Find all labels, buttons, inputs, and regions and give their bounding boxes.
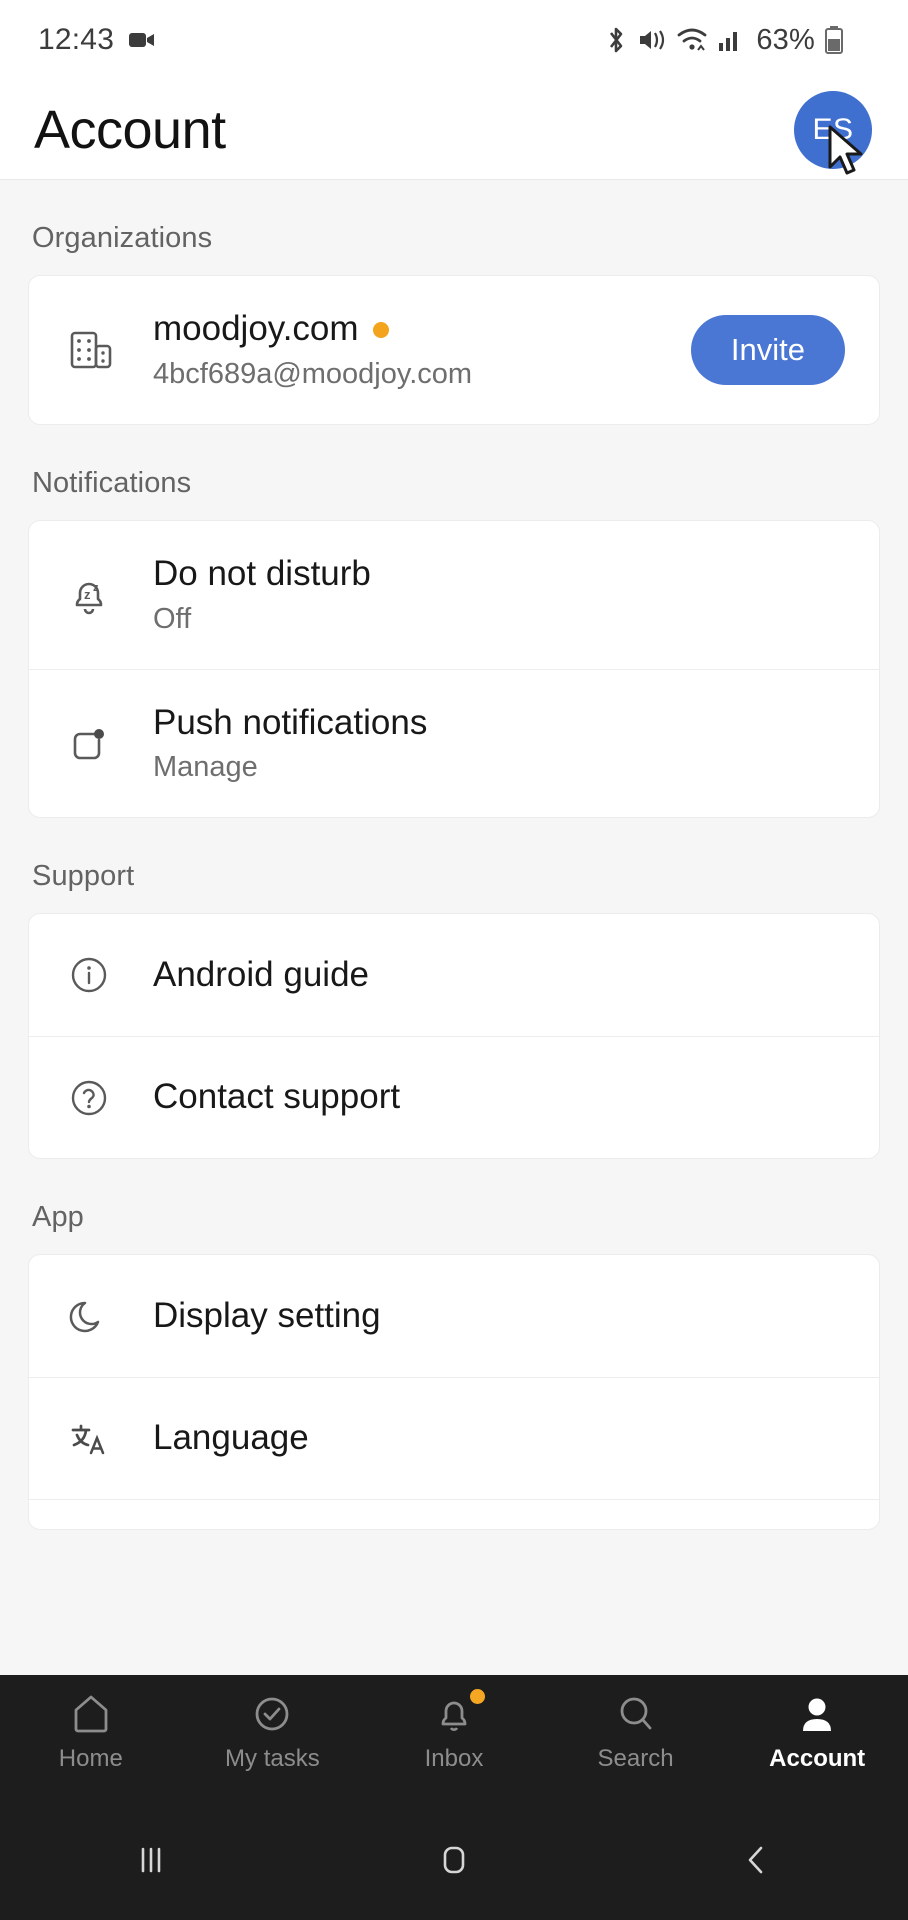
recents-icon[interactable]: [96, 1837, 206, 1883]
section-label-app: App: [32, 1201, 84, 1233]
search-icon: [620, 1697, 651, 1730]
nav-label-my-tasks: My tasks: [225, 1745, 320, 1772]
contact-support-title: Contact support: [153, 1077, 401, 1117]
row-android-guide[interactable]: Android guide: [29, 914, 879, 1036]
office-building-icon: [63, 324, 129, 376]
organization-name-line: moodjoy.com: [153, 309, 691, 349]
row-contact-support[interactable]: Contact support: [29, 1036, 879, 1158]
mute-vibrate-icon: [637, 26, 667, 54]
translate-icon: [63, 1413, 129, 1465]
check-circle-icon: [255, 1697, 289, 1731]
push-notifications-title: Push notifications: [153, 702, 428, 742]
page-header: Account ES: [0, 80, 908, 180]
push-badge-icon: [63, 718, 129, 770]
invite-button[interactable]: Invite: [690, 315, 845, 385]
video-record-icon: [128, 29, 156, 51]
language-info: Language: [129, 1418, 845, 1458]
settings-content[interactable]: Organizations moodjoy.com 4bcf689a@moodj…: [0, 180, 908, 1675]
status-bar-right: 63%: [604, 24, 844, 57]
nav-item-account[interactable]: Account: [742, 1691, 892, 1773]
do-not-disturb-status: Off: [153, 602, 192, 635]
phone-screen: 12:43 63% Account ES Organizations moodj…: [0, 0, 908, 1920]
cellular-signal-icon: [717, 27, 743, 53]
section-label-organizations: Organizations: [32, 222, 213, 254]
home-square-icon[interactable]: [399, 1837, 509, 1883]
nav-label-home: Home: [58, 1745, 123, 1772]
avatar[interactable]: ES: [794, 90, 872, 169]
row-language[interactable]: Language: [29, 1377, 879, 1499]
push-notifications-status: Manage: [153, 751, 258, 784]
section-label-support: Support: [32, 860, 135, 892]
nav-label-inbox: Inbox: [424, 1745, 484, 1772]
app-card: Display setting Language: [28, 1254, 880, 1530]
do-not-disturb-info: Do not disturb Off: [129, 554, 845, 635]
bluetooth-icon: [604, 25, 628, 55]
home-icon: [74, 1695, 108, 1733]
status-bar-left: 12:43: [38, 23, 156, 57]
battery-percent-label: 63%: [756, 23, 815, 56]
android-guide-title: Android guide: [153, 954, 369, 994]
android-guide-info: Android guide: [129, 955, 845, 995]
status-bar: 12:43 63%: [0, 0, 908, 80]
system-navigation-bar: [0, 1800, 908, 1920]
section-label-notifications: Notifications: [32, 467, 192, 499]
row-display-setting[interactable]: Display setting: [29, 1255, 879, 1377]
do-not-disturb-title: Do not disturb: [153, 554, 371, 594]
organization-name: moodjoy.com: [153, 309, 359, 349]
organization-email: 4bcf689a@moodjoy.com: [153, 357, 473, 390]
back-chevron-icon[interactable]: [702, 1837, 812, 1883]
status-time: 12:43: [38, 23, 115, 56]
nav-item-search[interactable]: Search: [561, 1691, 711, 1773]
svg-text:z: z: [84, 587, 91, 602]
bell-sleep-icon: z z: [63, 569, 129, 621]
inbox-badge: [469, 1689, 485, 1704]
page-title: Account: [34, 99, 226, 160]
language-title: Language: [153, 1418, 309, 1458]
nav-label-search: Search: [597, 1745, 674, 1772]
organization-info: moodjoy.com 4bcf689a@moodjoy.com: [129, 309, 691, 390]
row-push-notifications[interactable]: Push notifications Manage: [29, 669, 879, 817]
support-card: Android guide Contact support: [28, 913, 880, 1159]
bottom-navigation: Home My tasks Inbox Search Account: [0, 1675, 908, 1800]
row-do-not-disturb[interactable]: z z Do not disturb Off: [29, 521, 879, 669]
avatar-container[interactable]: ES: [794, 90, 872, 174]
person-icon: [803, 1698, 832, 1731]
notifications-card: z z Do not disturb Off Push notification…: [28, 520, 880, 818]
battery-icon: [824, 25, 844, 55]
organizations-card: moodjoy.com 4bcf689a@moodjoy.com Invite: [28, 275, 880, 425]
nav-label-account: Account: [769, 1745, 866, 1772]
info-circle-icon: [63, 949, 129, 1001]
moon-icon: [63, 1290, 129, 1342]
svg-text:z: z: [93, 582, 99, 594]
row-partially-visible[interactable]: [29, 1499, 879, 1529]
organization-status-dot: [372, 321, 389, 338]
organization-row[interactable]: moodjoy.com 4bcf689a@moodjoy.com Invite: [29, 276, 879, 424]
display-setting-title: Display setting: [153, 1295, 381, 1335]
nav-item-inbox[interactable]: Inbox: [379, 1689, 529, 1773]
nav-item-my-tasks[interactable]: My tasks: [197, 1691, 347, 1773]
push-notifications-info: Push notifications Manage: [129, 703, 845, 784]
contact-support-info: Contact support: [129, 1077, 845, 1117]
question-circle-icon: [63, 1072, 129, 1124]
nav-item-home[interactable]: Home: [16, 1691, 166, 1773]
display-setting-info: Display setting: [129, 1296, 845, 1336]
wifi-icon: [676, 26, 708, 54]
